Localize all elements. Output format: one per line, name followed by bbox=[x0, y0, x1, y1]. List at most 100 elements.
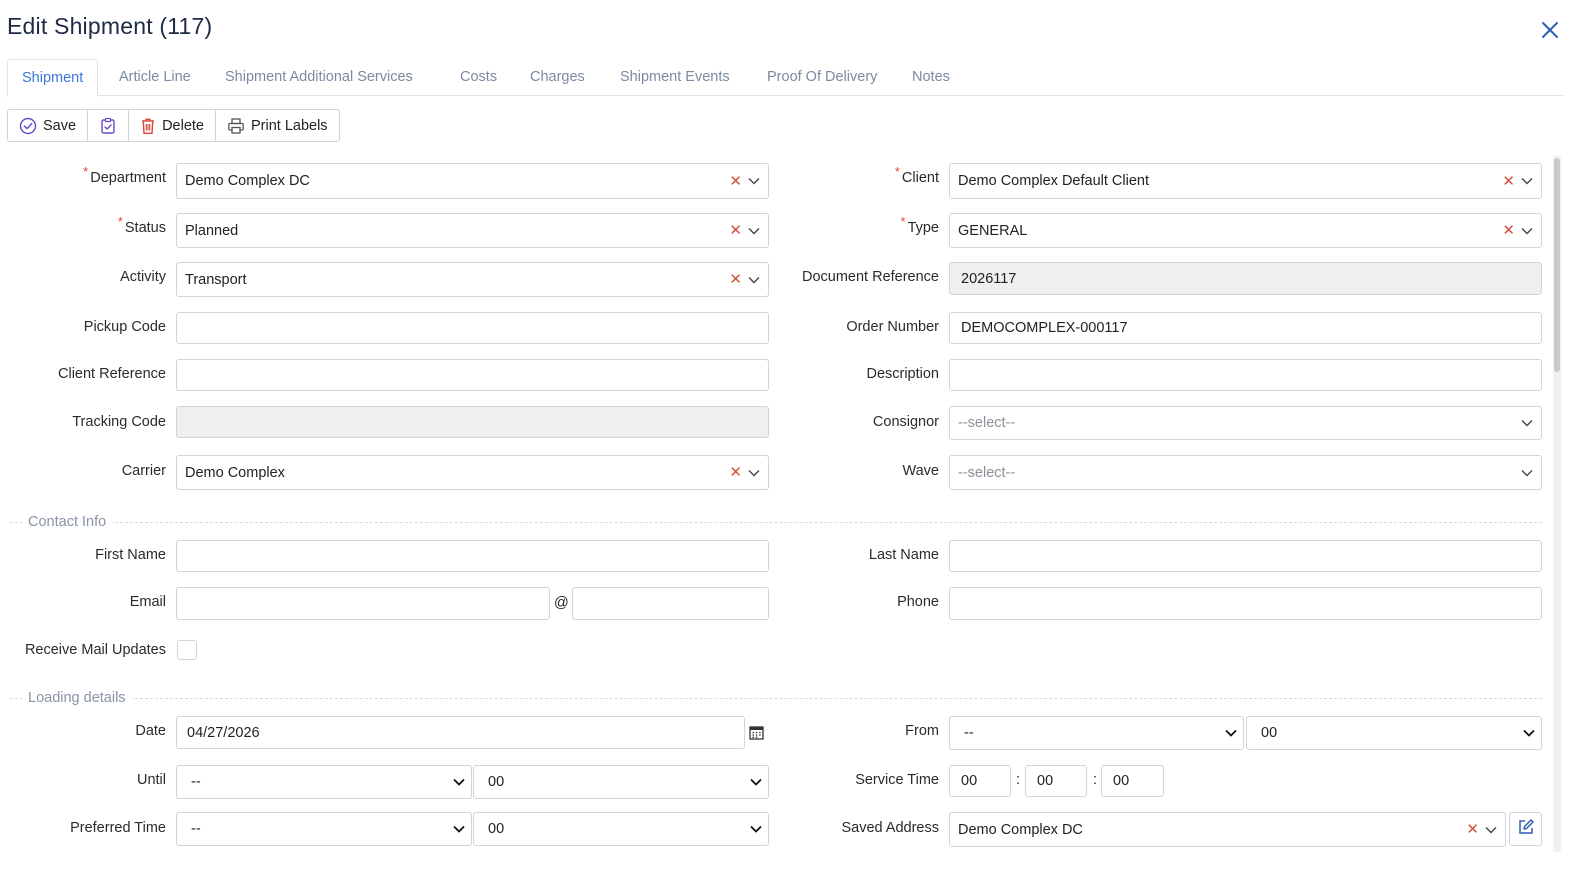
close-icon[interactable] bbox=[1538, 18, 1562, 42]
wave-select[interactable]: --select-- bbox=[949, 455, 1542, 490]
contact-info-title: Contact Info bbox=[22, 514, 113, 530]
toolbar: Save Delete Print Labels bbox=[7, 109, 340, 142]
phone-label: Phone bbox=[897, 594, 939, 610]
service-time-seconds-input[interactable]: 00 bbox=[1101, 765, 1164, 797]
chevron-down-icon[interactable] bbox=[748, 227, 760, 235]
chevron-down-icon[interactable] bbox=[748, 469, 760, 477]
department-select[interactable]: Demo Complex DC ✕ bbox=[176, 163, 769, 199]
pickup-code-label: Pickup Code bbox=[83, 319, 166, 335]
carrier-value: Demo Complex bbox=[185, 464, 285, 481]
contact-info-section: Contact Info bbox=[10, 514, 1542, 530]
chevron-down-icon[interactable] bbox=[1521, 177, 1533, 185]
receive-mail-updates-label: Receive Mail Updates bbox=[24, 642, 166, 658]
clear-icon[interactable]: ✕ bbox=[1502, 223, 1515, 238]
clear-icon[interactable]: ✕ bbox=[729, 223, 742, 238]
saved-address-value: Demo Complex DC bbox=[958, 821, 1083, 838]
document-reference-field: 2026117 bbox=[949, 262, 1542, 295]
from-minute-select[interactable]: 00 bbox=[1246, 716, 1542, 750]
status-value: Planned bbox=[185, 222, 239, 239]
order-number-input[interactable]: DEMOCOMPLEX-000117 bbox=[949, 312, 1542, 344]
tab-notes[interactable]: Notes bbox=[912, 59, 950, 96]
consignor-select[interactable]: --select-- bbox=[949, 406, 1542, 440]
save-button[interactable]: Save bbox=[8, 110, 89, 141]
validate-button[interactable] bbox=[88, 110, 130, 141]
tab-article-line[interactable]: Article Line bbox=[119, 59, 191, 96]
trash-icon bbox=[140, 117, 156, 135]
clear-icon[interactable]: ✕ bbox=[729, 174, 742, 189]
from-hour-select[interactable]: -- bbox=[949, 716, 1244, 750]
chevron-down-icon bbox=[750, 825, 762, 833]
status-select[interactable]: Planned ✕ bbox=[176, 213, 769, 248]
email-domain-input[interactable] bbox=[572, 587, 769, 620]
scrollbar-thumb[interactable] bbox=[1554, 158, 1560, 372]
clear-icon[interactable]: ✕ bbox=[1466, 822, 1479, 837]
tracking-code-field bbox=[176, 406, 769, 438]
type-value: GENERAL bbox=[958, 222, 1028, 239]
chevron-down-icon[interactable] bbox=[748, 177, 760, 185]
chevron-down-icon[interactable] bbox=[1521, 419, 1533, 427]
order-number-label: Order Number bbox=[846, 319, 939, 335]
first-name-input[interactable] bbox=[176, 540, 769, 572]
client-value: Demo Complex Default Client bbox=[958, 173, 1149, 189]
check-circle-icon bbox=[19, 117, 37, 135]
chevron-down-icon[interactable] bbox=[748, 276, 760, 284]
preferred-time-hour-select[interactable]: -- bbox=[176, 812, 472, 846]
chevron-down-icon bbox=[1523, 729, 1535, 737]
chevron-down-icon bbox=[453, 778, 465, 786]
page-title: Edit Shipment (117) bbox=[7, 13, 213, 39]
tab-charges[interactable]: Charges bbox=[530, 59, 585, 96]
service-time-label: Service Time bbox=[855, 772, 939, 788]
clear-icon[interactable]: ✕ bbox=[729, 465, 742, 480]
tab-costs[interactable]: Costs bbox=[460, 59, 497, 96]
email-label: Email bbox=[129, 594, 166, 610]
client-reference-input[interactable] bbox=[176, 359, 769, 391]
tab-bar: Shipment Article Line Shipment Additiona… bbox=[7, 59, 1564, 97]
until-hour-select[interactable]: -- bbox=[176, 765, 472, 799]
service-time-minutes-input[interactable]: 00 bbox=[1025, 765, 1087, 797]
calendar-icon[interactable] bbox=[748, 724, 765, 741]
tab-proof-of-delivery[interactable]: Proof Of Delivery bbox=[767, 59, 877, 96]
saved-address-select[interactable]: Demo Complex DC ✕ bbox=[949, 812, 1506, 847]
preferred-time-minute-select[interactable]: 00 bbox=[473, 812, 769, 846]
last-name-label: Last Name bbox=[868, 547, 939, 563]
pickup-code-input[interactable] bbox=[176, 312, 769, 344]
delete-button[interactable]: Delete bbox=[129, 110, 216, 141]
vertical-scrollbar[interactable] bbox=[1553, 156, 1561, 852]
client-select[interactable]: Demo Complex Default Client ✕ bbox=[949, 163, 1542, 199]
document-reference-value: 2026117 bbox=[961, 270, 1017, 287]
tracking-code-label: Tracking Code bbox=[72, 414, 166, 430]
tab-shipment-events[interactable]: Shipment Events bbox=[620, 59, 730, 96]
receive-mail-updates-checkbox[interactable] bbox=[177, 640, 197, 660]
clear-icon[interactable]: ✕ bbox=[729, 272, 742, 287]
edit-address-button[interactable] bbox=[1509, 812, 1542, 846]
consignor-label: Consignor bbox=[872, 414, 939, 430]
description-input[interactable] bbox=[949, 359, 1542, 391]
service-time-hours-input[interactable]: 00 bbox=[949, 765, 1011, 797]
clear-icon[interactable]: ✕ bbox=[1502, 174, 1515, 189]
activity-select[interactable]: Transport ✕ bbox=[176, 262, 769, 297]
email-local-input[interactable] bbox=[176, 587, 550, 620]
consignor-placeholder: --select-- bbox=[958, 415, 1016, 431]
carrier-select[interactable]: Demo Complex ✕ bbox=[176, 455, 769, 490]
description-label: Description bbox=[866, 366, 939, 382]
document-reference-label: Document Reference bbox=[801, 269, 939, 285]
date-input[interactable]: 04/27/2026 bbox=[176, 716, 745, 749]
activity-label: Activity bbox=[120, 269, 166, 285]
tab-shipment[interactable]: Shipment bbox=[7, 59, 99, 97]
carrier-label: Carrier bbox=[121, 463, 166, 479]
until-minute-select[interactable]: 00 bbox=[473, 765, 769, 799]
chevron-down-icon[interactable] bbox=[1521, 469, 1533, 477]
last-name-input[interactable] bbox=[949, 540, 1542, 572]
type-select[interactable]: GENERAL ✕ bbox=[949, 213, 1542, 248]
phone-input[interactable] bbox=[949, 587, 1542, 620]
print-labels-label: Print Labels bbox=[250, 117, 328, 134]
loading-details-title: Loading details bbox=[22, 690, 132, 706]
chevron-down-icon[interactable] bbox=[1521, 227, 1533, 235]
chevron-down-icon bbox=[453, 825, 465, 833]
activity-value: Transport bbox=[185, 271, 247, 288]
from-label: From bbox=[905, 723, 939, 739]
edit-icon bbox=[1517, 818, 1535, 840]
chevron-down-icon[interactable] bbox=[1485, 826, 1497, 834]
tab-shipment-additional-services[interactable]: Shipment Additional Services bbox=[225, 59, 413, 96]
print-labels-button[interactable]: Print Labels bbox=[216, 110, 339, 141]
